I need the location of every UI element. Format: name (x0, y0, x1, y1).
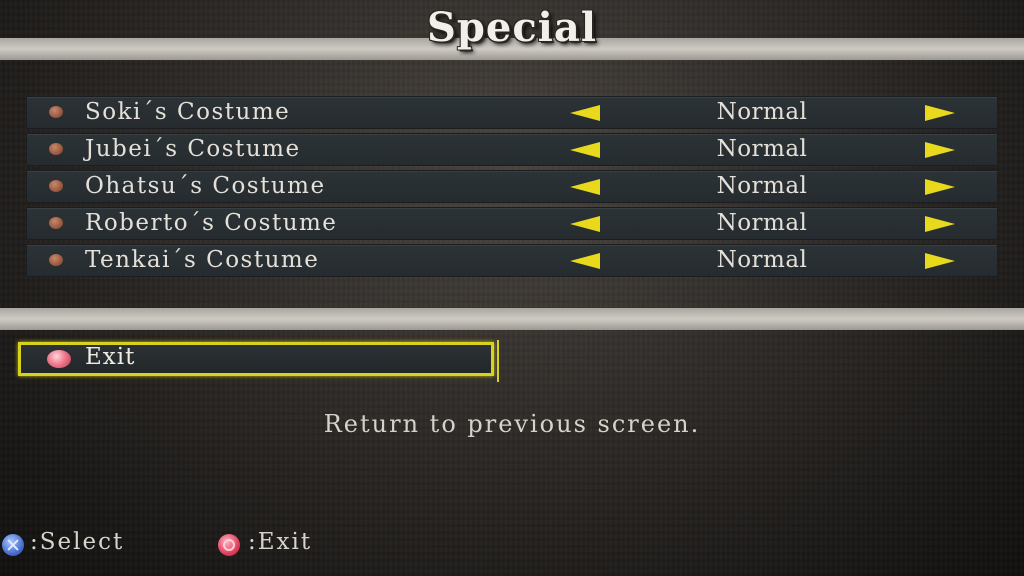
divider-band (0, 308, 1024, 330)
option-row-ohatsu[interactable]: Ohatsu´s Costume Normal (26, 170, 998, 203)
option-label: Tenkai´s Costume (85, 247, 320, 273)
option-row-jubei[interactable]: Jubei´s Costume Normal (26, 133, 998, 166)
option-value: Normal (716, 136, 808, 162)
selection-cursor-line (497, 340, 499, 382)
bullet-icon (49, 254, 63, 266)
select-prompt-label: :Select (30, 529, 125, 555)
arrow-right-icon[interactable] (925, 179, 955, 195)
background-texture (0, 0, 1024, 576)
bullet-icon (49, 106, 63, 118)
cross-button-icon (2, 534, 24, 556)
selected-bullet-icon (47, 350, 71, 368)
page-title: Special (427, 4, 597, 51)
arrow-left-icon[interactable] (570, 142, 600, 158)
costume-options-list: Soki´s Costume Normal Jubei´s Costume No… (26, 96, 998, 281)
option-label: Jubei´s Costume (85, 136, 301, 162)
option-row-tenkai[interactable]: Tenkai´s Costume Normal (26, 244, 998, 277)
option-row-soki[interactable]: Soki´s Costume Normal (26, 96, 998, 129)
arrow-left-icon[interactable] (570, 216, 600, 232)
arrow-right-icon[interactable] (925, 253, 955, 269)
arrow-right-icon[interactable] (925, 142, 955, 158)
option-label: Ohatsu´s Costume (85, 173, 326, 199)
option-label: Soki´s Costume (85, 99, 291, 125)
exit-label: Exit (85, 344, 136, 370)
option-value: Normal (716, 210, 808, 236)
option-label: Roberto´s Costume (85, 210, 338, 236)
option-value: Normal (716, 173, 808, 199)
arrow-right-icon[interactable] (925, 216, 955, 232)
option-value: Normal (716, 99, 808, 125)
bullet-icon (49, 180, 63, 192)
bullet-icon (49, 217, 63, 229)
option-value: Normal (716, 247, 808, 273)
bullet-icon (49, 143, 63, 155)
arrow-left-icon[interactable] (570, 105, 600, 121)
exit-button[interactable]: Exit (18, 342, 494, 376)
arrow-left-icon[interactable] (570, 179, 600, 195)
button-prompts: :Select :Exit (0, 529, 1024, 560)
circle-button-icon (218, 534, 240, 556)
arrow-right-icon[interactable] (925, 105, 955, 121)
option-row-roberto[interactable]: Roberto´s Costume Normal (26, 207, 998, 240)
arrow-left-icon[interactable] (570, 253, 600, 269)
exit-prompt-label: :Exit (248, 529, 313, 555)
help-description: Return to previous screen. (323, 410, 701, 438)
